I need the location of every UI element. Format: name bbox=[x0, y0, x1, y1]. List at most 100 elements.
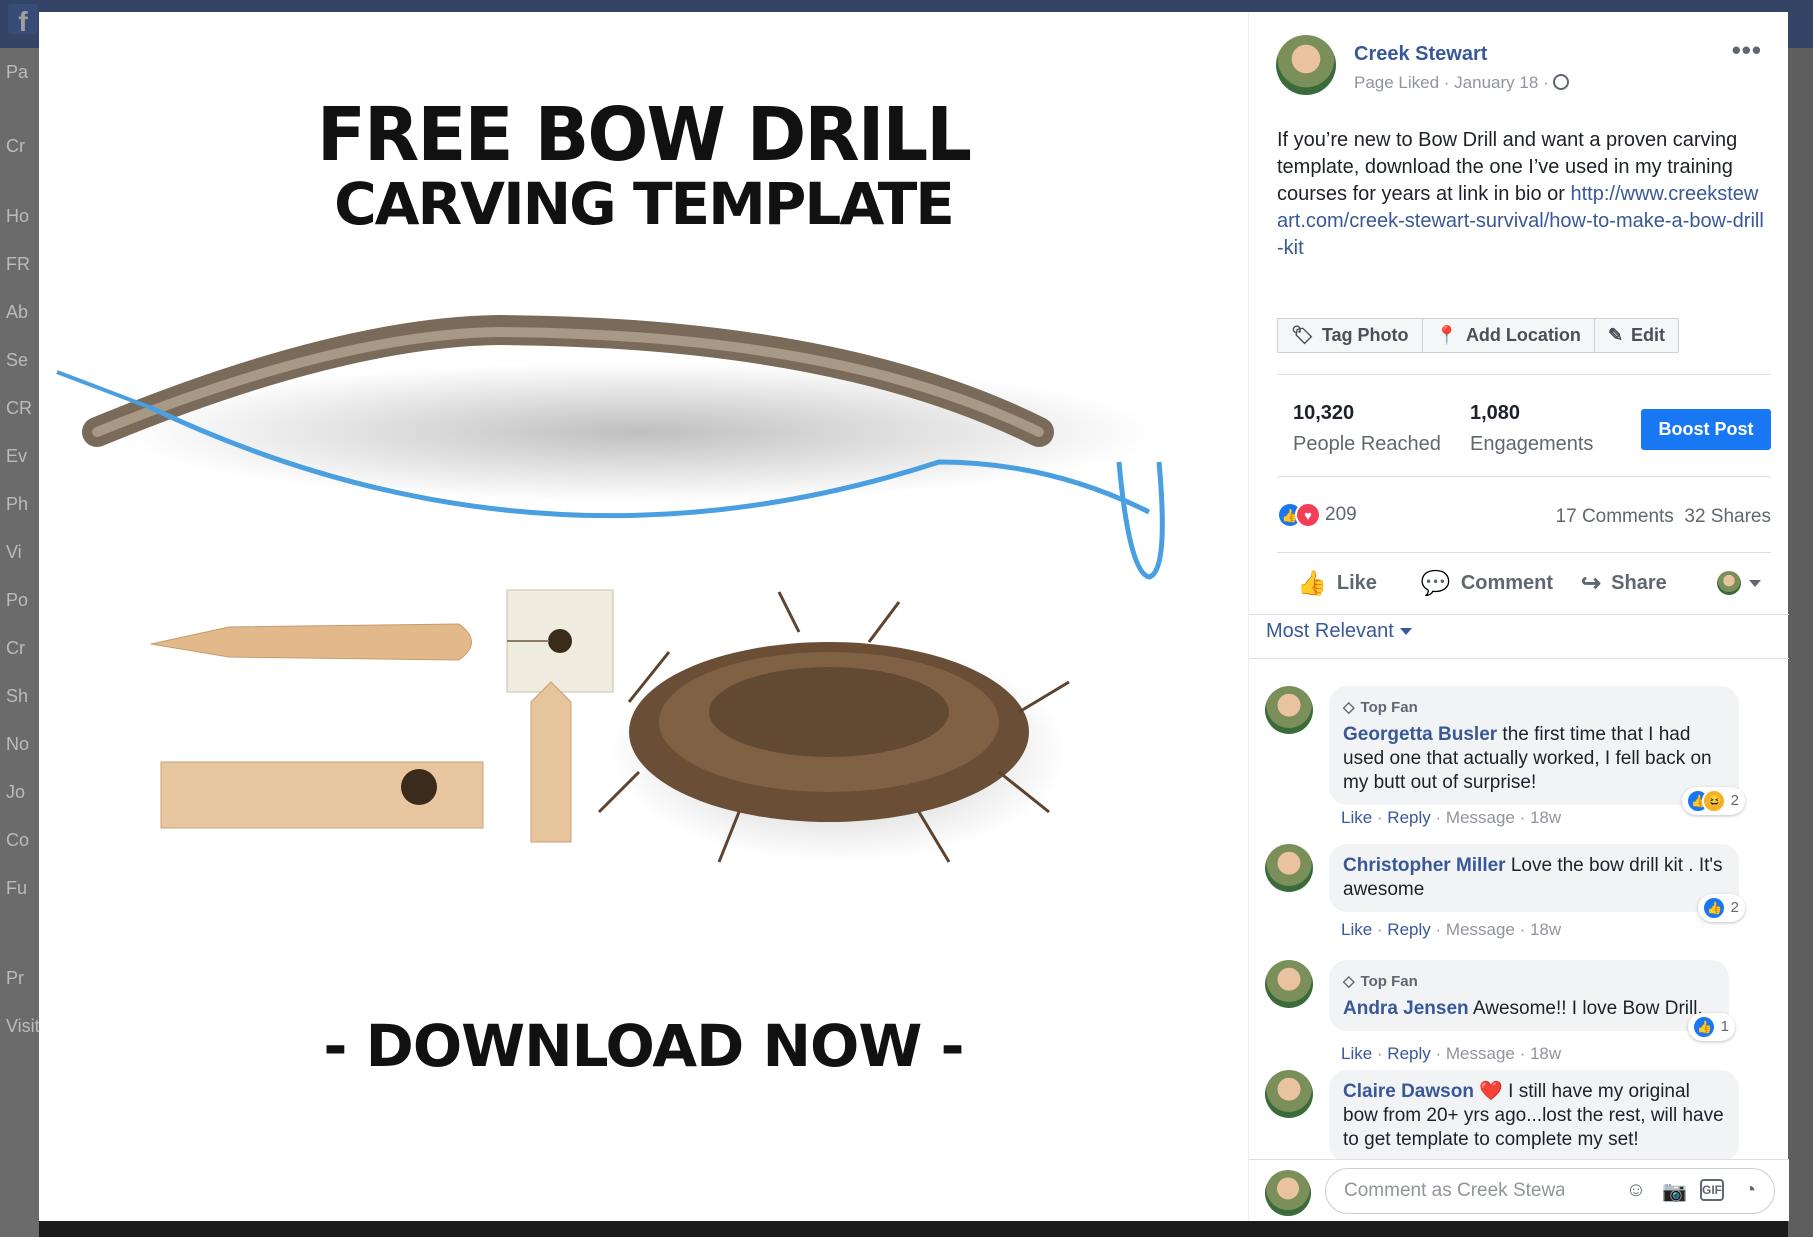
post-buttons: 👍 Like 💬 Comment ↪ Share bbox=[1277, 557, 1771, 609]
divider bbox=[1277, 552, 1771, 553]
comment-input[interactable] bbox=[1344, 1180, 1564, 1202]
left-nav-item[interactable]: Se bbox=[6, 350, 28, 371]
top-fan-label: Top Fan bbox=[1360, 699, 1418, 716]
left-nav-item[interactable]: Jo bbox=[6, 782, 25, 803]
comment-sort-dropdown[interactable]: Most Relevant bbox=[1266, 620, 1412, 643]
comment-reactions[interactable]: 👍 😆 2 bbox=[1682, 787, 1745, 815]
composer-icons: ☺ 📷 GIF ◔ bbox=[1624, 1179, 1762, 1204]
comment-reactions[interactable]: 👍 2 bbox=[1698, 894, 1745, 922]
tag-icon: 🏷 bbox=[1291, 325, 1314, 345]
thumbs-up-icon: 👍 bbox=[1297, 569, 1327, 597]
add-location-button[interactable]: 📍 Add Location bbox=[1423, 319, 1595, 352]
left-nav-item[interactable]: Ph bbox=[6, 494, 28, 515]
author-avatar[interactable] bbox=[1276, 35, 1336, 95]
pencil-icon: ✎ bbox=[1607, 325, 1624, 345]
people-reached[interactable]: 10,320 People Reached bbox=[1293, 402, 1441, 456]
diamond-icon: ◇ bbox=[1343, 973, 1355, 990]
comment-reaction-count: 1 bbox=[1720, 1018, 1729, 1035]
love-reaction-icon: ♥ bbox=[1295, 502, 1321, 528]
comment-bubble: Claire Dawson ❤️ I still have my origina… bbox=[1329, 1070, 1739, 1162]
divider bbox=[1277, 476, 1771, 477]
left-nav-item[interactable]: Sh bbox=[6, 686, 28, 707]
commenter-name[interactable]: Claire Dawson bbox=[1343, 1081, 1474, 1102]
tag-photo-label: Tag Photo bbox=[1321, 325, 1409, 345]
gif-icon[interactable]: GIF bbox=[1700, 1179, 1724, 1201]
left-nav-item[interactable]: Po bbox=[6, 590, 28, 611]
left-nav-item[interactable]: Cr bbox=[6, 638, 25, 659]
left-nav-item[interactable]: Vi bbox=[6, 542, 22, 563]
facebook-logo-icon[interactable]: f bbox=[8, 4, 38, 37]
comment-reactions[interactable]: 👍 1 bbox=[1688, 1013, 1735, 1041]
comment-reply-link[interactable]: Reply bbox=[1387, 808, 1430, 827]
comment-message-link[interactable]: Message bbox=[1446, 1044, 1515, 1063]
left-nav-item[interactable]: Ho bbox=[6, 206, 29, 227]
sticker-icon[interactable]: ◔ bbox=[1738, 1179, 1762, 1204]
post-sidebar: Creek Stewart Page Liked · January 18 · … bbox=[1248, 12, 1789, 1221]
comment-bubble: Christopher Miller Love the bow drill ki… bbox=[1329, 844, 1745, 922]
engagements[interactable]: 1,080 Engagements bbox=[1470, 402, 1593, 456]
commenter-avatar[interactable] bbox=[1265, 960, 1313, 1008]
left-nav-item[interactable]: FR bbox=[6, 254, 30, 275]
commenter-avatar[interactable] bbox=[1265, 844, 1313, 892]
comments-shares: 17 Comments 32 Shares bbox=[1556, 506, 1771, 528]
commenter-name[interactable]: Christopher Miller bbox=[1343, 855, 1506, 876]
camera-icon[interactable]: 📷 bbox=[1662, 1179, 1687, 1204]
comment-like-link[interactable]: Like bbox=[1341, 808, 1372, 827]
comment-button[interactable]: 💬 Comment bbox=[1421, 569, 1553, 598]
globe-icon[interactable] bbox=[1552, 74, 1569, 90]
comments-count[interactable]: 17 Comments bbox=[1556, 506, 1674, 527]
more-options-icon[interactable]: ••• bbox=[1732, 35, 1762, 66]
people-reached-label: People Reached bbox=[1293, 433, 1441, 455]
comment-time[interactable]: 18w bbox=[1530, 1044, 1561, 1063]
left-nav-item[interactable]: No bbox=[6, 734, 29, 755]
commenter-name[interactable]: Andra Jensen bbox=[1343, 998, 1469, 1019]
commenter-name[interactable]: Georgetta Busler bbox=[1343, 724, 1497, 745]
comment-message-link[interactable]: Message bbox=[1446, 808, 1515, 827]
left-nav-item[interactable]: Visit bbox=[6, 1016, 40, 1037]
left-nav-item[interactable]: Cr bbox=[6, 136, 25, 157]
commenter-avatar[interactable] bbox=[1265, 1070, 1313, 1118]
bearing-block-hole bbox=[548, 629, 572, 653]
edit-button[interactable]: ✎ Edit bbox=[1595, 319, 1678, 352]
left-nav-item[interactable]: CR bbox=[6, 398, 32, 419]
left-nav-item[interactable]: Co bbox=[6, 830, 29, 851]
comment-time[interactable]: 18w bbox=[1530, 808, 1561, 827]
comment-time[interactable]: 18w bbox=[1530, 920, 1561, 939]
top-fan-label: Top Fan bbox=[1360, 973, 1418, 990]
boost-post-button[interactable]: Boost Post bbox=[1641, 409, 1771, 450]
tag-photo-button[interactable]: 🏷 Tag Photo bbox=[1278, 319, 1423, 352]
left-nav-item[interactable]: Ab bbox=[6, 302, 28, 323]
share-button[interactable]: ↪ Share bbox=[1581, 569, 1667, 598]
engagements-label: Engagements bbox=[1470, 433, 1594, 455]
location-pin-icon: 📍 bbox=[1435, 325, 1458, 345]
post-as-selector[interactable] bbox=[1717, 571, 1761, 595]
comment-message-link[interactable]: Message bbox=[1446, 920, 1515, 939]
shares-count[interactable]: 32 Shares bbox=[1684, 506, 1771, 527]
page-avatar bbox=[1717, 571, 1741, 595]
like-button[interactable]: 👍 Like bbox=[1297, 569, 1377, 598]
left-nav-item[interactable]: Fu bbox=[6, 878, 27, 899]
comment-reply-link[interactable]: Reply bbox=[1387, 920, 1430, 939]
left-nav-item[interactable]: Ev bbox=[6, 446, 27, 467]
like-label: Like bbox=[1336, 571, 1377, 594]
author-name[interactable]: Creek Stewart bbox=[1354, 43, 1487, 66]
spindle bbox=[150, 623, 472, 661]
reaction-count[interactable]: 209 bbox=[1325, 504, 1357, 525]
haha-reaction-icon: 😆 bbox=[1702, 789, 1727, 813]
left-nav-item[interactable]: Pr bbox=[6, 968, 24, 989]
comment-reply-link[interactable]: Reply bbox=[1387, 1044, 1430, 1063]
diamond-icon: ◇ bbox=[1343, 699, 1355, 716]
commenter-avatar[interactable] bbox=[1265, 686, 1313, 734]
sort-label: Most Relevant bbox=[1266, 620, 1394, 642]
emoji-icon[interactable]: ☺ bbox=[1624, 1179, 1648, 1204]
post-photo[interactable]: FREE BOW DRILL CARVING TEMPLATE - DOWNLO… bbox=[39, 12, 1248, 1221]
handhold-peg bbox=[530, 681, 572, 843]
speech-bubble-icon: 💬 bbox=[1420, 569, 1451, 597]
left-nav-item[interactable]: Pa bbox=[6, 62, 28, 83]
comment-like-link[interactable]: Like bbox=[1341, 920, 1372, 939]
bow-string-loop bbox=[1116, 461, 1165, 580]
comment-like-link[interactable]: Like bbox=[1341, 1044, 1372, 1063]
comment-composer: ☺ 📷 GIF ◔ bbox=[1249, 1159, 1789, 1221]
comment-label: Comment bbox=[1460, 571, 1554, 594]
people-reached-value: 10,320 bbox=[1293, 402, 1355, 424]
